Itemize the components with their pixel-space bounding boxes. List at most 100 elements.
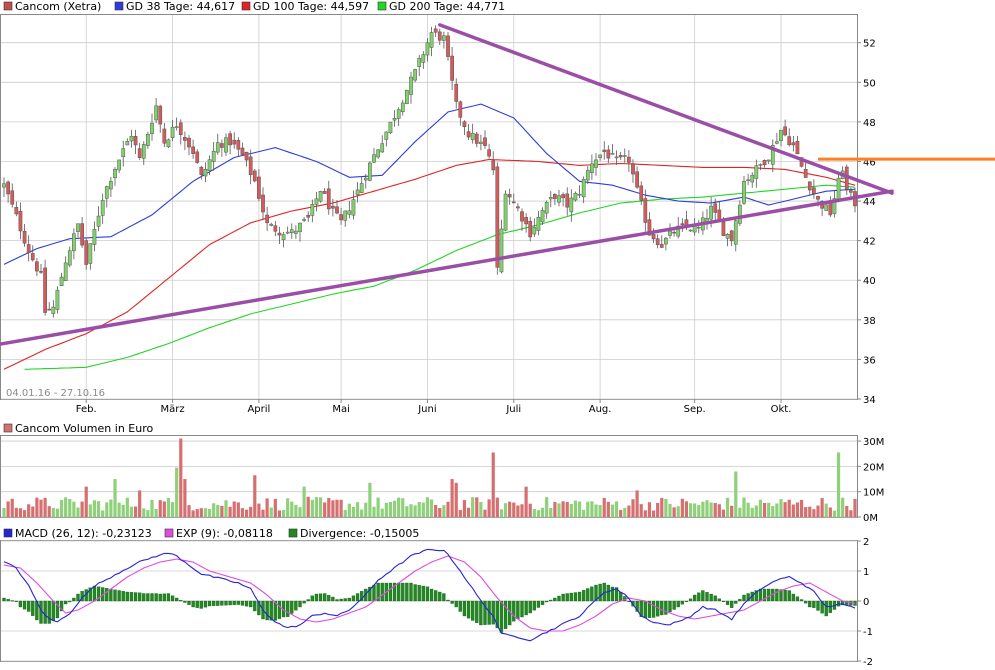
- candle-up: [207, 159, 212, 172]
- candle-down: [10, 190, 15, 205]
- candle-up: [544, 202, 549, 214]
- divergence-bar: [162, 593, 166, 602]
- volume-bar: [816, 505, 820, 517]
- divergence-bar: [705, 592, 709, 602]
- x-tick-label: Juni: [417, 404, 436, 415]
- divergence-bar: [413, 584, 417, 602]
- candle-up: [479, 141, 483, 144]
- volume-bar: [212, 503, 216, 517]
- divergence-bar: [351, 595, 356, 602]
- volume-bar: [717, 504, 721, 517]
- volume-bar: [22, 510, 27, 517]
- candle-down: [721, 221, 726, 236]
- volume-bar: [314, 497, 319, 517]
- divergence-bar: [372, 584, 376, 602]
- candle-down: [791, 142, 796, 146]
- divergence-bar: [133, 592, 138, 602]
- candle-up: [548, 197, 553, 200]
- volume-bar: [84, 486, 88, 517]
- divergence-bar: [660, 600, 664, 616]
- volume-bar: [360, 509, 364, 517]
- volume-bar: [647, 502, 652, 517]
- divergence-bar: [421, 585, 425, 602]
- volume-bar: [528, 503, 532, 517]
- volume-bar: [540, 507, 545, 517]
- volume-bar: [269, 507, 273, 517]
- candle-down: [446, 35, 450, 57]
- divergence-bar: [220, 600, 224, 606]
- price-x-axis: Feb. März April Mai Juni Juli Aug. Sep. Okt.: [76, 399, 791, 415]
- volume-bar: [479, 501, 483, 517]
- divergence-bar: [808, 600, 812, 608]
- volume-bar: [623, 507, 627, 517]
- divergence-bar: [113, 589, 117, 602]
- divergence-bar: [536, 600, 541, 608]
- candle-up: [405, 90, 409, 104]
- price-panel-frame: [0, 14, 858, 400]
- volume-bar: [758, 499, 763, 517]
- volume-bar: [290, 501, 294, 517]
- candle-up: [590, 163, 594, 174]
- volume-bar: [553, 501, 557, 517]
- volume-bar: [133, 506, 138, 517]
- candle-down: [491, 160, 496, 171]
- volume-y-tick-label: 0M: [863, 513, 878, 524]
- macd-y-tick-label: 0: [863, 597, 869, 608]
- candle-up: [824, 204, 829, 211]
- volume-bar: [524, 486, 528, 517]
- volume-bar: [31, 506, 35, 517]
- candle-up: [372, 154, 376, 163]
- volume-bar: [39, 499, 43, 517]
- volume-bar: [508, 501, 512, 517]
- volume-bar: [594, 504, 598, 517]
- divergence-bar: [450, 600, 454, 604]
- volume-bar: [27, 504, 31, 517]
- volume-bar: [635, 490, 639, 517]
- candle-up: [376, 149, 380, 158]
- volume-bar: [281, 510, 286, 517]
- divergence-bar: [47, 600, 51, 624]
- divergence-bar: [524, 600, 528, 616]
- y-tick-label: 42: [863, 237, 876, 248]
- volume-bar: [561, 501, 565, 517]
- legend-swatch-gd200: [377, 1, 387, 11]
- volume-bar: [355, 502, 360, 517]
- candle-down: [133, 136, 138, 146]
- volume-bar: [216, 504, 220, 517]
- divergence-bar: [18, 600, 23, 608]
- volume-bar: [364, 502, 368, 517]
- divergence-bar: [335, 599, 339, 602]
- volume-bar: [175, 467, 179, 517]
- divergence-bar: [458, 600, 462, 612]
- volume-bar: [343, 509, 347, 517]
- legend-swatch-gd38: [114, 1, 124, 11]
- candle-down: [659, 244, 664, 248]
- volume-bar: [516, 505, 520, 517]
- candle-down: [228, 133, 232, 146]
- candle-down: [220, 143, 224, 148]
- volume-bar: [672, 507, 676, 517]
- divergence-bar: [187, 600, 191, 605]
- volume-bar: [709, 502, 713, 517]
- candle-down: [236, 139, 241, 150]
- divergence-bar: [725, 600, 730, 605]
- volume-bar: [771, 506, 775, 517]
- volume-bar: [384, 502, 388, 517]
- divergence-bar: [22, 600, 27, 610]
- volume-panel: 0M 10M 20M 30M Cancom Volumen in Euro: [0, 422, 884, 524]
- candle-up: [72, 233, 76, 252]
- volume-y-axis: 0M 10M 20M 30M: [857, 437, 884, 524]
- volume-bar: [746, 502, 750, 517]
- candle-up: [746, 179, 750, 181]
- legend-swatch-price: [3, 1, 13, 11]
- volume-bar: [503, 503, 508, 517]
- volume-bar: [828, 507, 832, 517]
- divergence-bar: [721, 600, 726, 602]
- divergence-bar: [277, 600, 282, 619]
- candle-down: [561, 194, 565, 199]
- divergence-bar: [154, 593, 158, 602]
- volume-bar: [249, 506, 253, 517]
- candle-up: [174, 126, 179, 128]
- candle-up: [100, 199, 105, 216]
- candle-down: [795, 140, 800, 155]
